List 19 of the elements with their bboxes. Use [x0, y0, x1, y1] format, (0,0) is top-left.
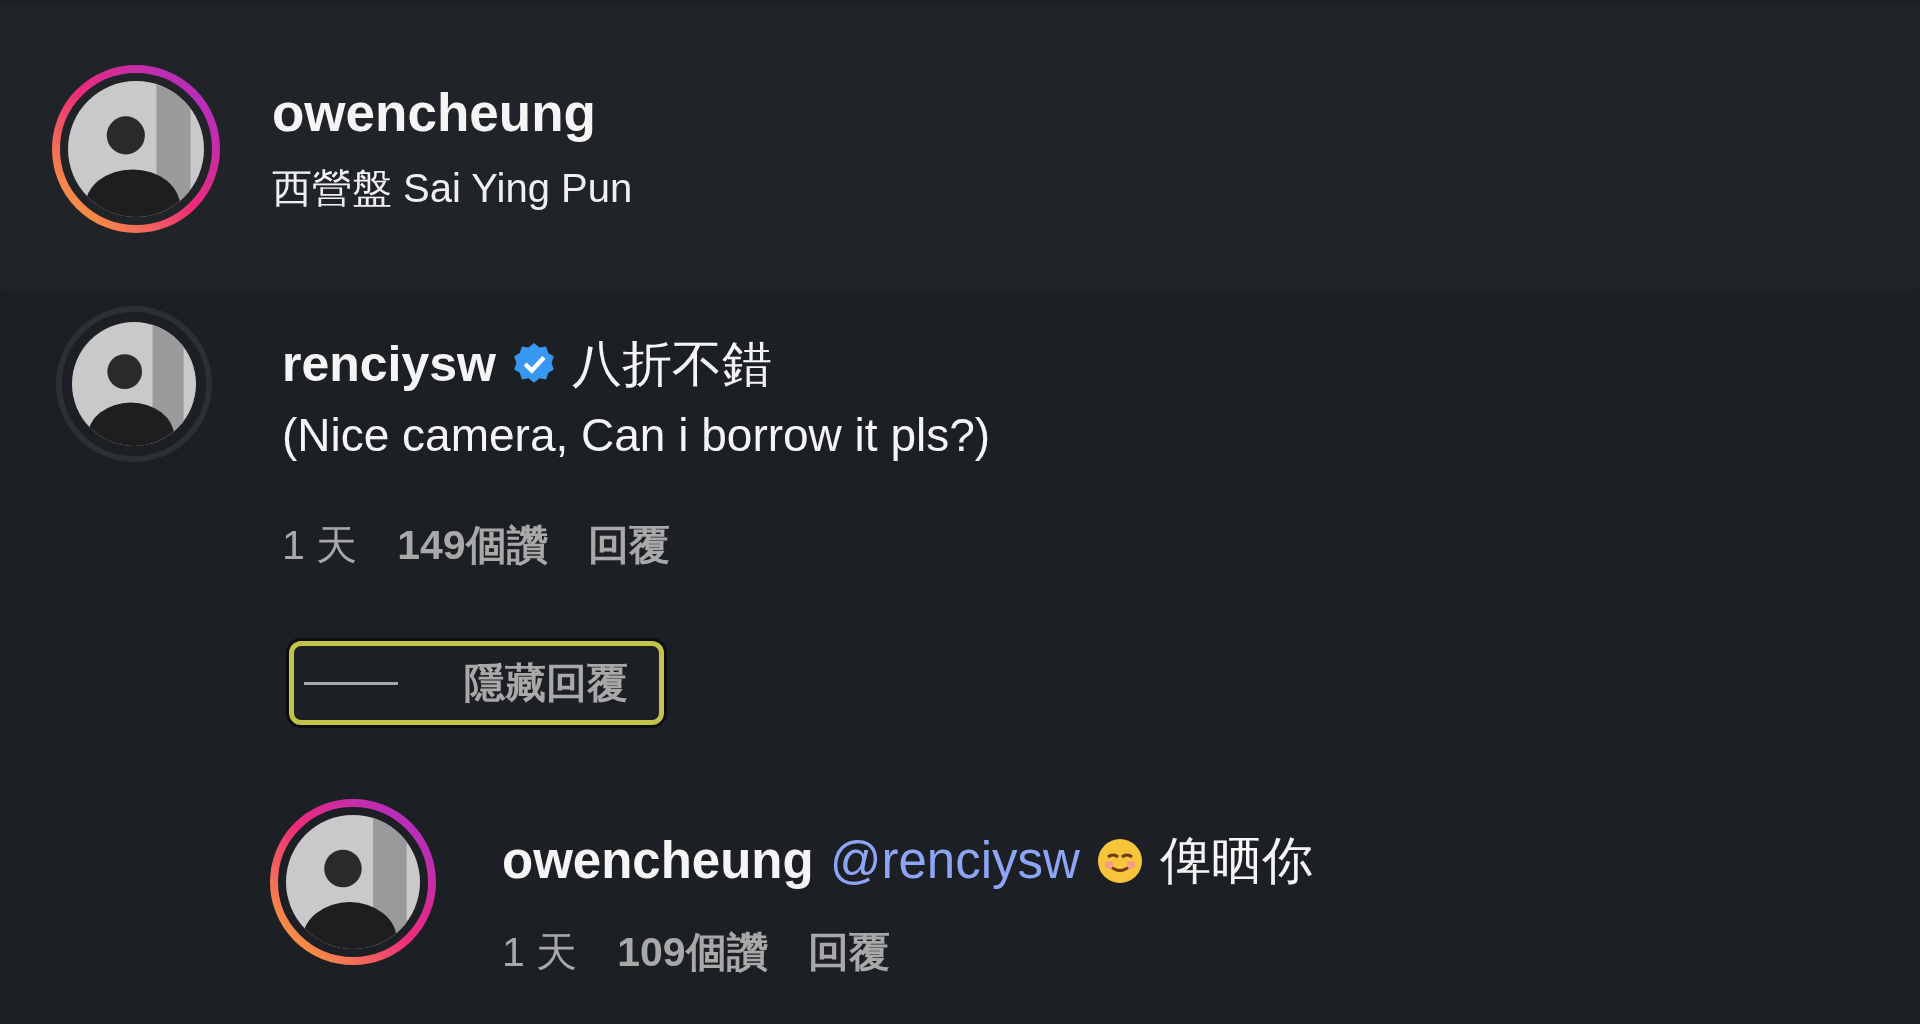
reply-button[interactable]: 回覆	[587, 518, 670, 573]
comment-text: 八折不錯	[572, 335, 772, 394]
timestamp: 1 天	[282, 521, 358, 570]
likes-count[interactable]: 149個讚	[397, 518, 548, 573]
avatar[interactable]	[56, 306, 212, 462]
comment-text: (Nice camera, Can i borrow it pls?)	[282, 408, 991, 463]
hide-replies-button[interactable]: 隱藏回覆	[289, 641, 664, 725]
username[interactable]: renciysw	[282, 328, 496, 400]
avatar[interactable]	[52, 65, 220, 233]
username[interactable]: owencheung	[502, 825, 814, 897]
username[interactable]: owencheung	[272, 82, 633, 143]
likes-count[interactable]: 109個讚	[617, 925, 768, 980]
reply-button[interactable]: 回覆	[807, 925, 890, 980]
comment-text: 俾晒你	[1159, 831, 1313, 891]
smiling-face-icon	[1095, 837, 1144, 885]
location[interactable]: 西營盤 Sai Ying Pun	[272, 161, 633, 216]
avatar[interactable]	[270, 799, 436, 965]
timestamp: 1 天	[502, 928, 578, 977]
mention-link[interactable]: @renciysw	[829, 825, 1080, 897]
